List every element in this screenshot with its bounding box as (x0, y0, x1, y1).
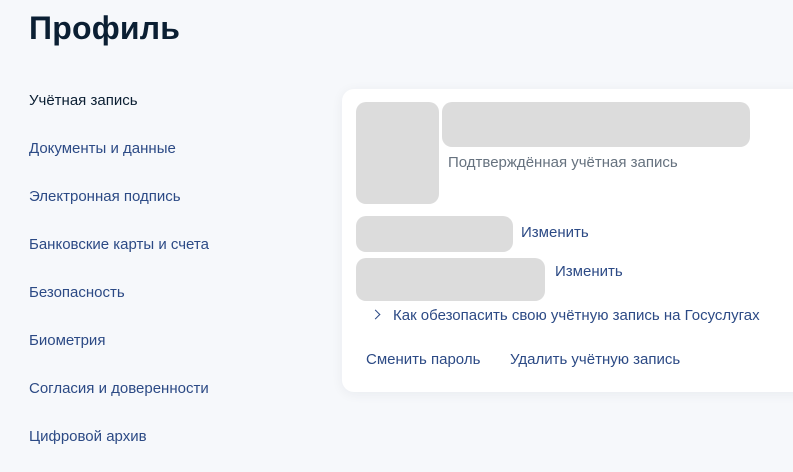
edit-email-link[interactable]: Изменить (555, 262, 623, 282)
account-card: Подтверждённая учётная запись Изменить И… (342, 89, 793, 392)
change-password-link[interactable]: Сменить пароль (366, 350, 480, 370)
sidebar-item-consents[interactable]: Согласия и доверенности (29, 376, 299, 424)
email-placeholder (356, 258, 545, 301)
security-tip-label: Как обезопасить свою учётную запись на Г… (393, 307, 760, 324)
security-tip-toggle[interactable]: Как обезопасить свою учётную запись на Г… (370, 306, 760, 326)
sidebar-item-label: Банковские карты и счета (29, 236, 209, 253)
sidebar-item-e-signature[interactable]: Электронная подпись (29, 184, 299, 232)
sidebar-item-label: Учётная запись (29, 92, 138, 109)
sidebar-item-label: Электронная подпись (29, 188, 181, 205)
profile-sidebar: Учётная запись Документы и данные Электр… (29, 88, 299, 472)
user-name-placeholder (442, 102, 750, 147)
delete-account-link[interactable]: Удалить учётную запись (510, 350, 680, 370)
sidebar-item-documents[interactable]: Документы и данные (29, 136, 299, 184)
sidebar-item-security[interactable]: Безопасность (29, 280, 299, 328)
sidebar-item-label: Цифровой архив (29, 428, 147, 445)
sidebar-item-digital-archive[interactable]: Цифровой архив (29, 424, 299, 472)
sidebar-item-biometrics[interactable]: Биометрия (29, 328, 299, 376)
edit-phone-link[interactable]: Изменить (521, 223, 589, 243)
page-title: Профиль (29, 10, 181, 46)
sidebar-item-account[interactable]: Учётная запись (29, 88, 299, 136)
sidebar-item-bank-cards[interactable]: Банковские карты и счета (29, 232, 299, 280)
sidebar-item-label: Безопасность (29, 284, 125, 301)
sidebar-item-label: Биометрия (29, 332, 106, 349)
avatar-placeholder (356, 102, 439, 204)
sidebar-item-label: Документы и данные (29, 140, 176, 157)
phone-placeholder (356, 216, 513, 252)
sidebar-item-label: Согласия и доверенности (29, 380, 209, 397)
chevron-right-icon (370, 309, 381, 320)
verified-status: Подтверждённая учётная запись (448, 154, 678, 171)
